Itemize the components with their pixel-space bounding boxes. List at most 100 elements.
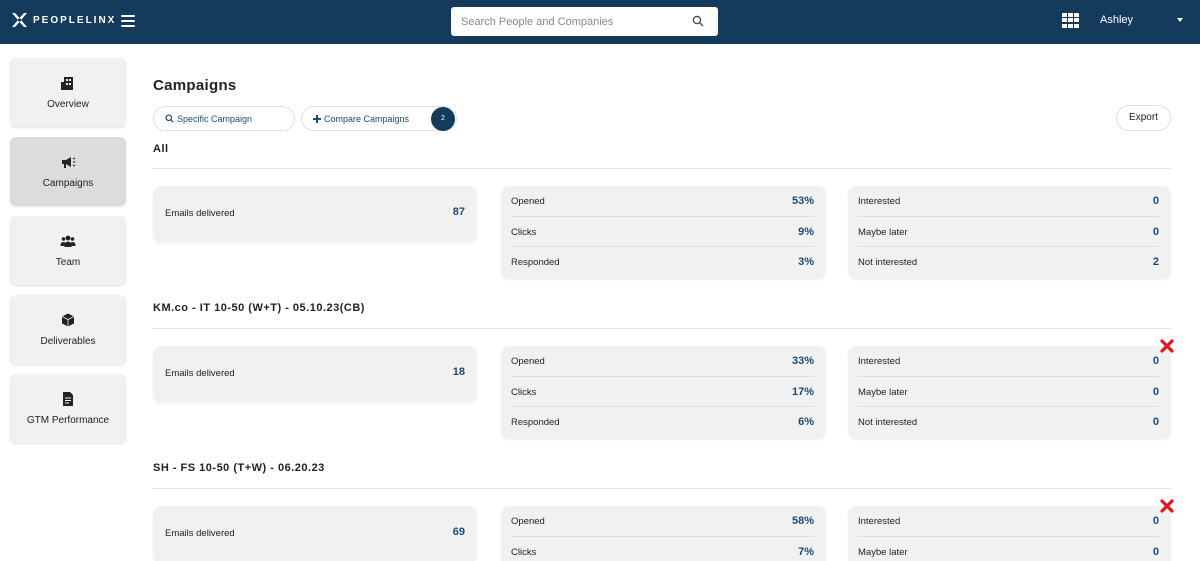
stat-label: Interested bbox=[858, 356, 901, 367]
export-button[interactable]: Export bbox=[1116, 105, 1171, 131]
emails-delivered-card: Emails delivered 69 bbox=[153, 506, 477, 561]
chevron-down-icon[interactable] bbox=[1177, 18, 1183, 22]
search-icon bbox=[165, 114, 174, 123]
search-input[interactable] bbox=[451, 7, 681, 36]
stat-row: Maybe later 0 bbox=[858, 536, 1159, 561]
section-divider bbox=[153, 488, 1171, 489]
stat-row: Interested 0 bbox=[858, 186, 1159, 216]
specific-campaign-button[interactable]: Specific Campaign bbox=[153, 106, 295, 131]
stat-label: Responded bbox=[511, 257, 560, 268]
stat-row: Clicks 7% bbox=[511, 536, 814, 561]
stat-value: 9% bbox=[798, 226, 814, 238]
team-icon bbox=[60, 235, 76, 247]
stat-value: 0 bbox=[1152, 416, 1159, 428]
section-title: All bbox=[153, 143, 169, 155]
engagement-card: Opened 58% Clicks 7% bbox=[501, 506, 826, 561]
emails-delivered-label: Emails delivered bbox=[165, 368, 235, 379]
responses-card: Interested 0 Maybe later 0 bbox=[848, 506, 1171, 561]
page-title: Campaigns bbox=[153, 77, 237, 94]
stat-label: Not interested bbox=[858, 417, 918, 428]
menu-icon[interactable] bbox=[121, 15, 135, 27]
logo-mark-icon bbox=[12, 13, 27, 27]
sidebar-item-deliverables[interactable]: Deliverables bbox=[10, 295, 126, 364]
sidebar-item-label: GTM Performance bbox=[26, 415, 110, 426]
stat-label: Maybe later bbox=[858, 387, 908, 398]
responses-card: Interested 0 Maybe later 0 Not interested 2 bbox=[848, 186, 1171, 279]
stat-value: 0 bbox=[1152, 355, 1159, 367]
emails-delivered-card: Emails delivered 18 bbox=[153, 346, 477, 403]
search-icon[interactable] bbox=[692, 15, 704, 27]
stat-row: Responded 6% bbox=[511, 406, 814, 436]
document-icon bbox=[63, 392, 73, 406]
emails-delivered-label: Emails delivered bbox=[165, 528, 235, 539]
stat-value: 17% bbox=[791, 386, 814, 398]
emails-delivered-value: 87 bbox=[452, 206, 465, 218]
sidebar-item-overview[interactable]: Overview bbox=[10, 58, 126, 127]
stat-label: Interested bbox=[858, 516, 901, 527]
user-name[interactable]: Ashley bbox=[1100, 14, 1133, 26]
stat-label: Responded bbox=[511, 417, 560, 428]
stat-row: Maybe later 0 bbox=[858, 216, 1159, 246]
stat-label: Interested bbox=[858, 196, 901, 207]
sidebar-item-gtm-performance[interactable]: GTM Performance bbox=[10, 374, 126, 443]
apps-grid-icon[interactable] bbox=[1062, 13, 1079, 28]
specific-campaign-label: Specific Campaign bbox=[177, 113, 253, 124]
stat-label: Clicks bbox=[511, 227, 537, 238]
compare-count-badge: 2 bbox=[431, 107, 455, 131]
stat-label: Opened bbox=[511, 356, 545, 367]
stat-row: Opened 53% bbox=[511, 186, 814, 216]
search-box[interactable] bbox=[451, 7, 718, 36]
sidebar-item-label: Overview bbox=[47, 99, 89, 110]
stat-row: Interested 0 bbox=[858, 506, 1159, 536]
stat-row: Interested 0 bbox=[858, 346, 1159, 376]
stat-value: 0 bbox=[1152, 226, 1159, 238]
remove-campaign-icon[interactable] bbox=[1160, 499, 1174, 513]
emails-delivered-card: Emails delivered 87 bbox=[153, 186, 477, 243]
stat-row: Responded 3% bbox=[511, 246, 814, 276]
stat-row: Clicks 9% bbox=[511, 216, 814, 246]
stat-value: 7% bbox=[798, 546, 814, 558]
remove-campaign-icon[interactable] bbox=[1160, 339, 1174, 353]
sidebar-item-label: Team bbox=[55, 257, 81, 268]
stat-label: Not interested bbox=[858, 257, 918, 268]
stat-value: 53% bbox=[791, 195, 814, 207]
stat-value: 0 bbox=[1152, 546, 1159, 558]
brand-name: PEOPLELINX bbox=[33, 14, 117, 26]
sidebar-item-team[interactable]: Team bbox=[10, 216, 126, 285]
stat-value: 0 bbox=[1152, 195, 1159, 207]
stat-row: Maybe later 0 bbox=[858, 376, 1159, 406]
stat-value: 2 bbox=[1152, 256, 1159, 268]
building-icon bbox=[61, 77, 73, 90]
stat-row: Opened 58% bbox=[511, 506, 814, 536]
section-title: SH - FS 10-50 (T+W) - 06.20.23 bbox=[153, 462, 325, 474]
stat-value: 33% bbox=[791, 355, 814, 367]
stat-label: Opened bbox=[511, 516, 545, 527]
stat-row: Clicks 17% bbox=[511, 376, 814, 406]
sidebar-item-campaigns[interactable]: Campaigns bbox=[10, 137, 126, 206]
stat-row: Not interested 0 bbox=[858, 406, 1159, 436]
stat-row: Opened 33% bbox=[511, 346, 814, 376]
stat-value: 0 bbox=[1152, 386, 1159, 398]
emails-delivered-value: 18 bbox=[452, 366, 465, 378]
stat-label: Clicks bbox=[511, 387, 537, 398]
stat-value: 3% bbox=[798, 256, 814, 268]
logo[interactable]: PEOPLELINX bbox=[10, 11, 116, 29]
stat-row: Not interested 2 bbox=[858, 246, 1159, 276]
top-bar: PEOPLELINX Ashley bbox=[0, 0, 1200, 44]
megaphone-icon bbox=[62, 157, 76, 168]
section-divider bbox=[153, 168, 1171, 169]
engagement-card: Opened 53% Clicks 9% Responded 3% bbox=[501, 186, 826, 279]
stat-label: Opened bbox=[511, 196, 545, 207]
emails-delivered-value: 69 bbox=[452, 526, 465, 538]
stat-label: Clicks bbox=[511, 547, 537, 558]
stat-value: 58% bbox=[791, 515, 814, 527]
engagement-card: Opened 33% Clicks 17% Responded 6% bbox=[501, 346, 826, 439]
stat-value: 0 bbox=[1152, 515, 1159, 527]
compare-campaigns-label: Compare Campaigns bbox=[324, 113, 410, 124]
sidebar-item-label: Deliverables bbox=[40, 336, 96, 347]
section-title: KM.co - IT 10-50 (W+T) - 05.10.23(CB) bbox=[153, 302, 365, 314]
stat-label: Maybe later bbox=[858, 547, 908, 558]
responses-card: Interested 0 Maybe later 0 Not interested 0 bbox=[848, 346, 1171, 439]
stat-label: Maybe later bbox=[858, 227, 908, 238]
stat-value: 6% bbox=[798, 416, 814, 428]
